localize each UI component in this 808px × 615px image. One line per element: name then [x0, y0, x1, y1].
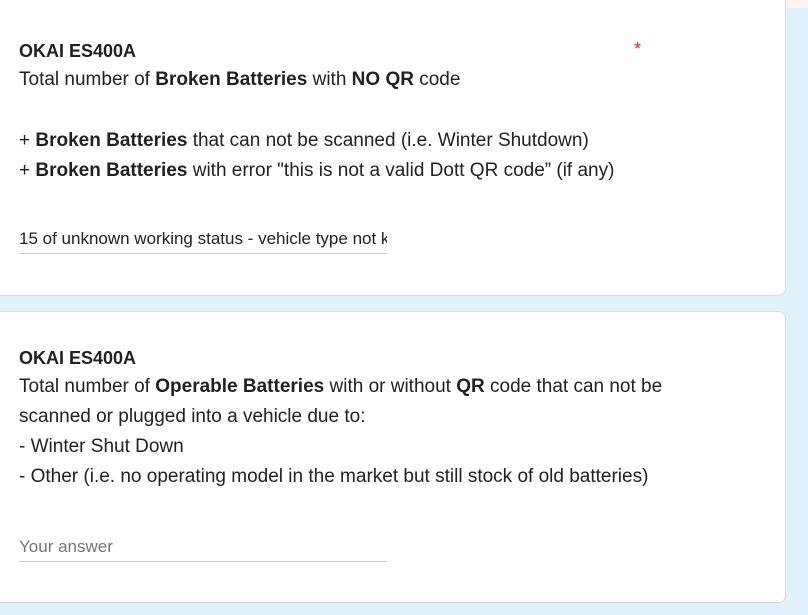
question-title: OKAI ES400A	[19, 348, 137, 368]
required-asterisk: *	[634, 39, 642, 59]
question-description-line-2: scanned or plugged into a vehicle due to…	[19, 406, 366, 427]
question-description-line-1: Total number of Broken Batteries with NO…	[19, 69, 461, 90]
question-description-line-3: + Broken Batteries with error "this is n…	[19, 160, 615, 181]
answer-input[interactable]	[19, 229, 387, 254]
question-title: OKAI ES400A	[19, 41, 137, 61]
question-description-line-3: - Winter Shut Down	[19, 436, 184, 457]
answer-input[interactable]	[19, 537, 387, 562]
question-card-operable-batteries: OKAI ES400A Total number of Operable Bat…	[0, 311, 786, 603]
question-description-line-1: Total number of Operable Batteries with …	[19, 376, 663, 397]
question-description-line-2: + Broken Batteries that can not be scann…	[19, 130, 589, 151]
question-card-broken-batteries: OKAI ES400A * Total number of Broken Bat…	[0, 0, 786, 296]
question-description-line-4: - Other (i.e. no operating model in the …	[19, 466, 649, 487]
